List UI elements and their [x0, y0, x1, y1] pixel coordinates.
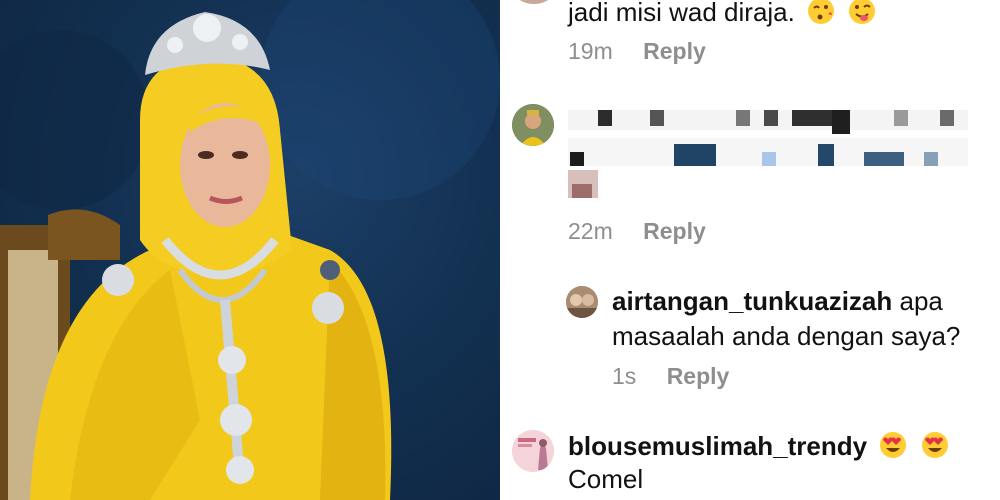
comment-timestamp: 22m — [568, 218, 613, 244]
reply-button[interactable]: Reply — [643, 218, 706, 244]
comment-username[interactable]: airtangan_tunkuazizah — [612, 286, 892, 316]
comments-panel: jadi misi wad diraja. 19m Reply 22m Repl… — [500, 0, 1000, 500]
heart-eyes-emoji — [921, 432, 948, 458]
comment-meta: 1s Reply — [612, 363, 729, 390]
comment-text: jadi misi wad diraja. — [568, 0, 877, 28]
comment-avatar[interactable] — [512, 0, 556, 4]
heart-eyes-emoji — [880, 432, 907, 458]
comment-text-continued: masaalah anda dengan saya? — [612, 320, 960, 352]
comment-text: airtangan_tunkuazizah apa — [612, 285, 943, 317]
comment-body: masaalah anda dengan saya? — [612, 321, 961, 351]
comment-username[interactable]: blousemuslimah_trendy — [568, 431, 867, 461]
portrait-photo — [0, 0, 500, 500]
avatar-image — [566, 286, 598, 318]
comment-timestamp: 19m — [568, 38, 613, 64]
comment-meta: 19m Reply — [568, 38, 706, 65]
comment-body: jadi misi wad diraja. — [568, 0, 795, 27]
comment-text-continued: Comel — [568, 463, 643, 495]
reply-button[interactable]: Reply — [643, 38, 706, 64]
comment-meta: 22m Reply — [568, 218, 706, 245]
comment-body: Comel — [568, 464, 644, 494]
kissing-face-emoji — [808, 0, 835, 24]
comment-avatar[interactable] — [566, 286, 598, 318]
avatar-image — [512, 430, 554, 472]
portrait-illustration — [0, 0, 500, 500]
comment-avatar[interactable] — [512, 104, 554, 146]
comment-timestamp: 1s — [612, 363, 637, 389]
reply-button[interactable]: Reply — [667, 363, 730, 389]
avatar-image — [512, 104, 554, 146]
comment-avatar[interactable] — [512, 430, 554, 472]
comment-body: apa — [899, 286, 943, 316]
comment-text: blousemuslimah_trendy — [568, 430, 950, 462]
winking-tongue-emoji — [849, 0, 876, 24]
